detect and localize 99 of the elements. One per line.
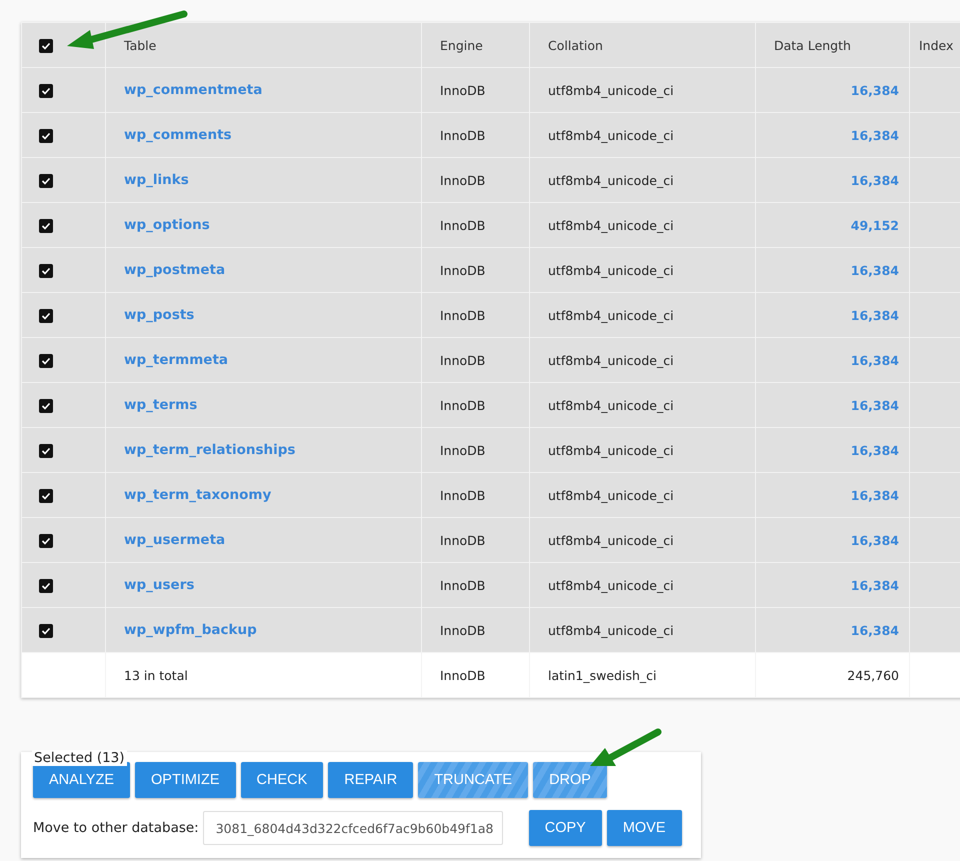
table-cell: utf8mb4_unicode_ci	[548, 442, 674, 458]
checkbox[interactable]	[39, 218, 53, 233]
data-length-link[interactable]: 16,384	[850, 622, 899, 638]
checkmark-icon	[41, 446, 51, 456]
table-cell: utf8mb4_unicode_ci	[548, 352, 674, 368]
action-button[interactable]: DROP	[533, 762, 607, 798]
panel-legend: Selected (13)	[32, 750, 127, 766]
table-cell: utf8mb4_unicode_ci	[548, 172, 674, 188]
data-length-link[interactable]: 16,384	[850, 442, 899, 458]
checkmark-icon	[41, 310, 51, 321]
checkbox[interactable]	[39, 174, 53, 188]
table-cell: utf8mb4_unicode_ci	[548, 532, 674, 548]
action-button[interactable]: TRUNCATE	[418, 762, 528, 798]
column-header: Index	[919, 38, 954, 52]
database-select[interactable]: 3081_6804d43d322cfced6f7ac9b60b49f1a8	[202, 811, 503, 845]
data-length-link[interactable]: 16,384	[850, 352, 899, 368]
data-length-link[interactable]: 16,384	[850, 532, 899, 548]
table-name-link[interactable]: wp_terms	[124, 397, 198, 413]
checkbox[interactable]	[39, 264, 53, 278]
table-cell: utf8mb4_unicode_ci	[548, 488, 674, 502]
action-button[interactable]: COPY	[528, 810, 602, 846]
checkbox[interactable]	[39, 84, 53, 98]
checkbox[interactable]	[39, 534, 53, 548]
table-name-link[interactable]: wp_links	[124, 172, 189, 188]
data-length-link[interactable]: 16,384	[850, 578, 899, 592]
table-cell: InnoDB	[440, 82, 486, 98]
table-cell: InnoDB	[440, 398, 486, 412]
table-cell: InnoDB	[440, 352, 486, 368]
table-cell: InnoDB	[440, 172, 486, 188]
data-length-link[interactable]: 16,384	[850, 488, 899, 502]
table-name-link[interactable]: wp_users	[124, 577, 194, 593]
checkbox[interactable]	[39, 308, 53, 323]
checkbox[interactable]	[39, 354, 53, 368]
action-button[interactable]: REPAIR	[328, 762, 414, 798]
column-header: Table	[124, 38, 156, 52]
table-cell: utf8mb4_unicode_ci	[548, 398, 674, 412]
checkbox[interactable]	[39, 128, 53, 143]
data-length-link[interactable]: 49,152	[850, 218, 899, 232]
table-name-link[interactable]: wp_commentmeta	[124, 82, 262, 98]
table-cell: InnoDB	[440, 622, 486, 638]
data-length-link[interactable]: 16,384	[850, 308, 899, 322]
table-cell: utf8mb4_unicode_ci	[548, 308, 674, 322]
data-length-link[interactable]: 16,384	[850, 82, 899, 98]
checkmark-icon	[41, 40, 51, 51]
table-cell: InnoDB	[440, 262, 486, 278]
total-label: 13 in total	[124, 668, 188, 682]
table-cell: InnoDB	[440, 128, 486, 142]
checkmark-icon	[41, 86, 51, 96]
table-name-link[interactable]: wp_options	[124, 217, 210, 233]
table-name-link[interactable]: wp_wpfm_backup	[124, 622, 257, 638]
checkmark-icon	[41, 220, 51, 231]
checkbox[interactable]	[39, 444, 53, 458]
checkbox[interactable]	[39, 398, 53, 413]
table-name-link[interactable]: wp_term_relationships	[124, 442, 296, 458]
column-header: Collation	[548, 38, 603, 52]
action-button[interactable]: OPTIMIZE	[135, 762, 236, 798]
table-cell: InnoDB	[440, 442, 486, 458]
table-cell: InnoDB	[440, 668, 486, 682]
table-cell: utf8mb4_unicode_ci	[548, 218, 674, 232]
checkmark-icon	[41, 176, 51, 186]
action-button[interactable]: CHECK	[240, 762, 324, 798]
checkmark-icon	[41, 266, 51, 276]
checkmark-icon	[41, 490, 51, 501]
table-cell: InnoDB	[440, 308, 486, 322]
table-cell: utf8mb4_unicode_ci	[548, 128, 674, 142]
table-cell: InnoDB	[440, 218, 486, 232]
table-cell: 245,760	[847, 668, 899, 682]
data-length-link[interactable]: 16,384	[850, 262, 899, 278]
checkbox[interactable]	[39, 38, 53, 53]
checkmark-icon	[41, 626, 51, 636]
data-length-link[interactable]: 16,384	[850, 172, 899, 188]
table-cell: InnoDB	[440, 578, 486, 592]
checkmark-icon	[41, 356, 51, 366]
checkmark-icon	[41, 130, 51, 141]
data-length-link[interactable]: 16,384	[850, 128, 899, 142]
table-name-link[interactable]: wp_termmeta	[124, 352, 228, 368]
table-cell: utf8mb4_unicode_ci	[548, 578, 674, 592]
table-cell: latin1_swedish_ci	[548, 668, 656, 682]
table-cell: InnoDB	[440, 488, 486, 502]
checkbox[interactable]	[39, 624, 53, 638]
checkbox[interactable]	[39, 578, 53, 593]
checkmark-icon	[41, 400, 51, 411]
table-cell: utf8mb4_unicode_ci	[548, 622, 674, 638]
table-name-link[interactable]: wp_postmeta	[124, 262, 226, 278]
table-name-link[interactable]: wp_term_taxonomy	[124, 487, 272, 503]
table-name-link[interactable]: wp_posts	[124, 307, 194, 323]
table-cell: utf8mb4_unicode_ci	[548, 82, 674, 98]
table-name-link[interactable]: wp_comments	[124, 127, 232, 143]
table-name-link[interactable]: wp_usermeta	[124, 532, 226, 548]
table-cell: InnoDB	[440, 532, 486, 548]
data-length-link[interactable]: 16,384	[850, 398, 899, 412]
column-header: Engine	[440, 38, 483, 52]
action-button[interactable]: MOVE	[606, 810, 682, 846]
table-cell: utf8mb4_unicode_ci	[548, 262, 674, 278]
checkmark-icon	[41, 536, 51, 546]
checkbox[interactable]	[39, 488, 53, 503]
move-label: Move to other database:	[33, 820, 199, 836]
column-header: Data Length	[774, 38, 851, 52]
checkmark-icon	[41, 580, 51, 591]
